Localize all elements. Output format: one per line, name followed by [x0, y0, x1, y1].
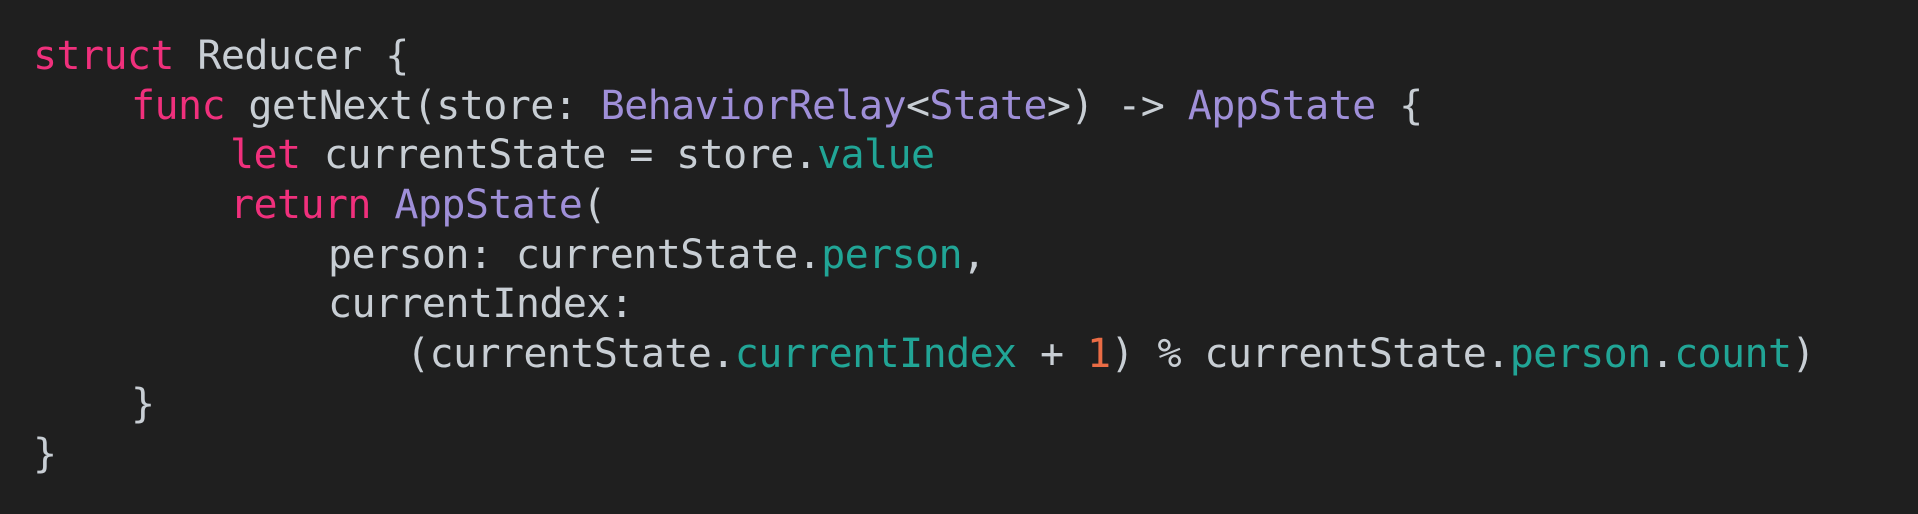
type-token: State: [929, 82, 1047, 129]
code-line-2: func getNext(store: BehaviorRelay<State>…: [33, 82, 1815, 132]
plain-token: currentIndex:: [328, 281, 634, 328]
code-line-9: }: [33, 430, 1815, 480]
plain-token: Reducer {: [173, 33, 409, 79]
plain-token: (currentState.: [406, 331, 735, 378]
code-line-1: struct Reducer {: [33, 32, 1815, 82]
plain-token: +: [1016, 331, 1087, 378]
keyword-token: return: [230, 182, 372, 229]
plain-token: currentState = store.: [300, 132, 818, 179]
plain-token: <: [905, 82, 930, 129]
code-line-8: }: [33, 380, 1815, 430]
property-token: person: [1509, 331, 1652, 378]
type-token: AppState: [1187, 82, 1376, 129]
plain-token: getNext(store:: [224, 82, 601, 129]
plain-token: {: [1375, 82, 1423, 129]
keyword-token: struct: [33, 33, 175, 79]
plain-token: }: [33, 430, 57, 477]
property-token: count: [1674, 331, 1792, 378]
property-token: value: [817, 132, 935, 179]
type-token: AppState: [394, 182, 583, 229]
property-token: currentIndex: [734, 331, 1017, 378]
plain-token: person: currentState.: [328, 231, 822, 278]
keyword-token: func: [131, 82, 226, 129]
plain-token: >) ->: [1046, 82, 1188, 129]
plain-token: }: [131, 380, 155, 427]
code-line-5: person: currentState.person,: [33, 231, 1815, 281]
plain-token: ): [1791, 331, 1816, 378]
code-block: struct Reducer {func getNext(store: Beha…: [33, 32, 1816, 480]
code-line-3: let currentState = store.value: [33, 131, 1815, 181]
code-editor: struct Reducer {func getNext(store: Beha…: [0, 0, 1918, 514]
plain-token: ) % currentState.: [1110, 331, 1510, 378]
plain-token: (: [582, 182, 606, 229]
number-token: 1: [1087, 331, 1111, 378]
keyword-token: let: [230, 132, 301, 179]
type-token: BehaviorRelay: [600, 82, 907, 129]
property-token: person: [821, 231, 963, 278]
code-line-4: return AppState(: [33, 181, 1815, 231]
plain-token: .: [1650, 331, 1675, 378]
code-line-7: (currentState.currentIndex + 1) % curren…: [33, 330, 1816, 380]
code-line-6: currentIndex:: [33, 280, 1815, 330]
plain-token: ,: [962, 231, 986, 278]
